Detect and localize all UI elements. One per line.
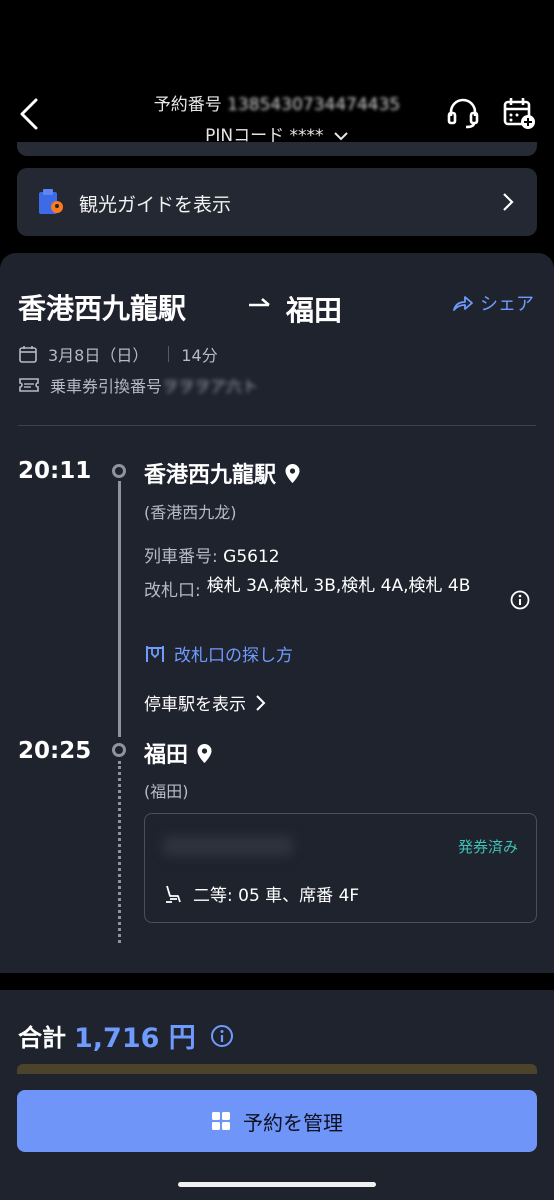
info-icon[interactable] [510, 590, 530, 610]
trip-duration: 14分 [181, 346, 218, 365]
total-value: 1,716 円 [74, 1023, 196, 1054]
show-stops-label: 停車駅を表示 [144, 695, 246, 715]
trip-card: 香港西九龍駅 福田 シェア 3月8日（日） 14分 乗車券引換番号 ヲヲヲア六ト… [0, 253, 554, 973]
gate-howto-link[interactable]: 改札口の探し方 [144, 641, 293, 666]
calendar-add-icon[interactable] [502, 96, 536, 130]
departure-station-cn: (香港西九龙) [144, 503, 237, 522]
departure-dot [112, 464, 126, 478]
back-arrow-icon[interactable] [14, 96, 44, 132]
calendar-icon [19, 346, 37, 363]
route-from: 香港西九龍駅 [18, 292, 187, 325]
seat-label: 二等: 05 車、席番 4F [193, 886, 360, 906]
ticket-pickup-label: 乗車券引換番号 [50, 377, 163, 396]
divider [18, 425, 536, 426]
separator [168, 346, 170, 362]
total-price[interactable]: 合計 1,716 円 [18, 1016, 234, 1055]
gate-icon [146, 645, 164, 662]
share-button[interactable]: シェア [452, 290, 534, 316]
guide-map-icon [39, 189, 63, 214]
route-to: 福田 [286, 294, 343, 327]
home-indicator [178, 1182, 376, 1187]
booking-number-label: 予約番号 [153, 95, 222, 115]
trip-date-duration: 3月8日（日） 14分 [18, 342, 218, 366]
seat-icon [166, 885, 181, 903]
tour-guide-row[interactable]: 観光ガイドを表示 [17, 168, 537, 236]
ticket-status: 発券済み [457, 838, 518, 856]
location-pin-icon [285, 463, 300, 483]
departure-station-name: 香港西九龍駅 [144, 463, 277, 488]
timeline-line [118, 481, 121, 737]
tour-guide-label: 観光ガイドを表示 [79, 194, 232, 216]
promo-banner-edge [17, 1064, 537, 1074]
train-number-row: 列車番号: G5612 [144, 542, 280, 567]
redacted-passenger-name [163, 836, 293, 856]
bottom-panel: 合計 1,716 円 予約を管理 [0, 990, 554, 1200]
gate-label: 改札口: [144, 581, 201, 601]
gate-howto-label: 改札口の探し方 [174, 646, 293, 666]
grid-icon [212, 1112, 230, 1130]
timeline-dotted-line [118, 761, 121, 943]
share-label: シェア [480, 294, 534, 315]
chevron-right-icon [503, 193, 514, 211]
seat-info: 二等: 05 車、席番 4F [163, 881, 359, 906]
train-number: G5612 [223, 547, 280, 567]
arrival-station-name: 福田 [144, 743, 189, 768]
share-icon [453, 296, 473, 311]
booking-number: 1385430734474435 [227, 95, 401, 115]
arrival-time: 20:25 [18, 738, 92, 764]
booking-number-line: 予約番号 1385430734474435 [120, 90, 434, 115]
route-arrow-icon [249, 298, 270, 307]
ticket-pickup-value: ヲヲヲア六ト [162, 377, 259, 396]
arrival-station-cn: (福田) [144, 782, 189, 801]
trip-date: 3月8日（日） [48, 346, 149, 365]
show-stops-button[interactable]: 停車駅を表示 [144, 690, 266, 715]
ticket-pickup-row: 乗車券引換番号 ヲヲヲア六ト [18, 373, 258, 397]
ticket-box: 発券済み 二等: 05 車、席番 4F [144, 813, 537, 923]
gate-list: 検札 3A,検札 3B,検札 4A,検札 4B [206, 576, 471, 596]
location-pin-icon [197, 743, 212, 763]
top-bar: 予約番号 1385430734474435 PINコード **** [0, 0, 554, 150]
manage-booking-label: 予約を管理 [243, 1110, 343, 1135]
info-icon[interactable] [210, 1024, 234, 1048]
train-number-label: 列車番号: [144, 547, 218, 567]
total-label: 合計 [18, 1024, 66, 1052]
gate-row: 改札口: 検札 3A,検札 3B,検札 4A,検札 4B [144, 576, 494, 601]
headset-support-icon[interactable] [446, 96, 480, 130]
arrival-station[interactable]: 福田 [144, 737, 213, 769]
chevron-down-icon[interactable] [333, 130, 349, 142]
previous-card-edge [17, 142, 537, 156]
booking-info[interactable]: 予約番号 1385430734474435 PINコード **** [120, 90, 434, 146]
departure-station[interactable]: 香港西九龍駅 [144, 457, 301, 489]
departure-time: 20:11 [18, 458, 92, 484]
arrival-dot [112, 743, 126, 757]
chevron-right-icon [256, 694, 266, 711]
manage-booking-button[interactable]: 予約を管理 [17, 1090, 537, 1152]
ticket-icon [19, 378, 39, 392]
